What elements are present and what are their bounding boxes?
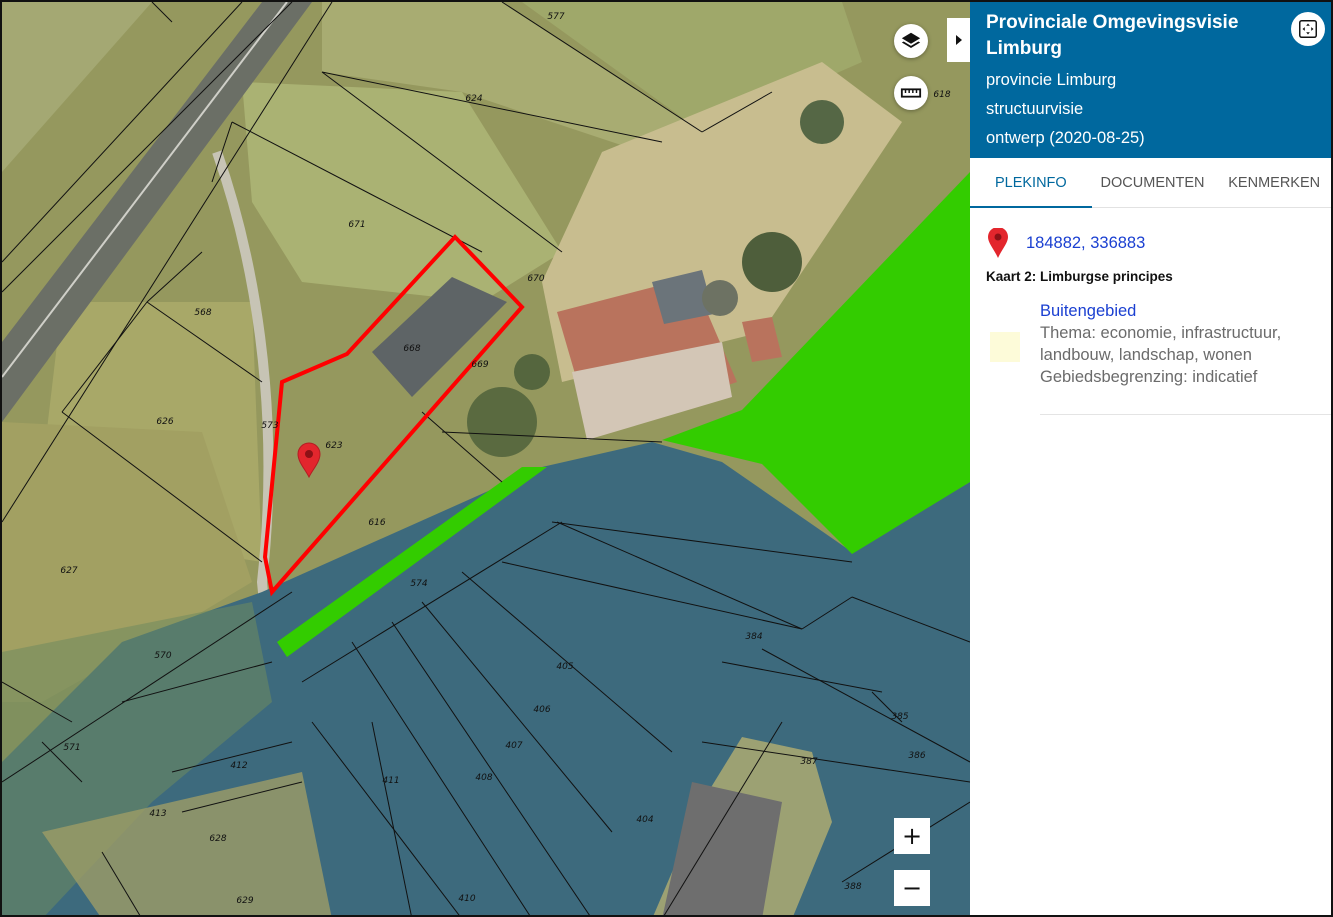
legend-theme: Thema: economie, infrastructuur,: [1040, 324, 1282, 342]
tab-documenten[interactable]: DOCUMENTEN: [1092, 158, 1214, 207]
panel-authority: provincie Limburg: [986, 71, 1117, 89]
parcel-label: 669: [471, 360, 488, 370]
parcel-label: 408: [475, 773, 492, 783]
legend-item: Buitengebied Thema: economie, infrastruc…: [970, 292, 1331, 388]
parcel-label: 384: [745, 632, 762, 642]
panel-tabs: PLEKINFO DOCUMENTEN KENMERKEN: [970, 158, 1331, 208]
parcel-label: 405: [556, 662, 573, 672]
tree: [467, 387, 537, 457]
parcel-label: 388: [844, 882, 861, 892]
parcel-label: 626: [156, 417, 173, 427]
parcel-label: 411: [382, 776, 399, 786]
tree: [800, 100, 844, 144]
parcel-label: 570: [154, 651, 171, 661]
map-canvas[interactable]: 577 624 618 671 670 568 668 669 626 573 623 616 627 5…: [2, 2, 970, 917]
legend-text: Buitengebied Thema: economie, infrastruc…: [1040, 300, 1281, 388]
legend-boundary: Gebiedsbegrenzing: indicatief: [1040, 368, 1258, 386]
viewer-frame: 577 624 618 671 670 568 668 669 626 573 623 616 627 5…: [0, 0, 1333, 917]
map-view[interactable]: 577 624 618 671 670 568 668 669 626 573 623 616 627 5…: [2, 2, 970, 917]
parcel-label: 671: [348, 220, 365, 230]
parcel-label: 574: [410, 579, 427, 589]
parcel-label: 406: [533, 705, 550, 715]
parcel-label: 386: [908, 751, 925, 761]
location-pin-icon: [988, 228, 1008, 258]
parcel-label: 627: [60, 566, 77, 576]
parcel-label: 404: [636, 815, 653, 825]
parcel-label: 628: [209, 834, 226, 844]
parcel-label: 668: [403, 344, 420, 354]
parcel-label: 670: [527, 274, 544, 284]
layers-icon: [901, 32, 921, 49]
tab-kenmerken[interactable]: KENMERKEN: [1213, 158, 1331, 207]
parcel-label: 413: [149, 809, 166, 819]
fullscreen-icon: [1299, 20, 1317, 38]
ruler-icon: [900, 88, 922, 98]
tab-plekinfo[interactable]: PLEKINFO: [970, 158, 1092, 208]
parcel-label: 624: [465, 94, 482, 104]
parcel-label: 410: [458, 894, 475, 904]
parcel-label: 412: [230, 761, 247, 771]
location-row: 184882, 336883: [970, 208, 1331, 264]
legend-swatch: [990, 332, 1020, 362]
parcel-label: 407: [505, 741, 522, 751]
tree: [514, 354, 550, 390]
parcel-label: 385: [891, 712, 908, 722]
divider: [1040, 414, 1331, 415]
parcel-label: 577: [547, 12, 564, 22]
panel-plan-status: ontwerp (2020-08-25): [986, 129, 1145, 147]
parcel-label: 387: [800, 757, 817, 767]
zoom-in-button[interactable]: +: [894, 818, 930, 854]
panel-title: Provinciale Omgevingsvisie Limburg: [986, 12, 1239, 59]
parcel-label: 629: [236, 896, 253, 906]
chevron-right-icon: [955, 35, 962, 45]
parcel-label: 616: [368, 518, 385, 528]
layers-button[interactable]: [894, 24, 928, 58]
panel-toggle-button[interactable]: [947, 18, 970, 62]
legend-theme-continued: landbouw, landschap, wonen: [1040, 346, 1252, 364]
measure-button[interactable]: [894, 76, 928, 110]
tree: [742, 232, 802, 292]
parcel-label: 618: [933, 90, 950, 100]
fullscreen-button[interactable]: [1291, 12, 1325, 46]
panel-plan-type: structuurvisie: [986, 100, 1084, 118]
parcel-label: 573: [261, 421, 278, 431]
parcel-label: 568: [194, 308, 211, 318]
panel-header: Provinciale Omgevingsvisie Limburg provi…: [970, 2, 1331, 158]
legend-title[interactable]: Buitengebied: [1040, 300, 1281, 322]
parcel-label: 623: [325, 441, 342, 451]
map-name: Kaart 2: Limburgse principes: [986, 269, 1173, 284]
location-coordinates[interactable]: 184882, 336883: [1026, 234, 1145, 253]
zoom-out-button[interactable]: −: [894, 870, 930, 906]
parcel-label: 571: [63, 743, 80, 753]
info-panel: Provinciale Omgevingsvisie Limburg provi…: [970, 2, 1331, 915]
silo: [702, 280, 738, 316]
